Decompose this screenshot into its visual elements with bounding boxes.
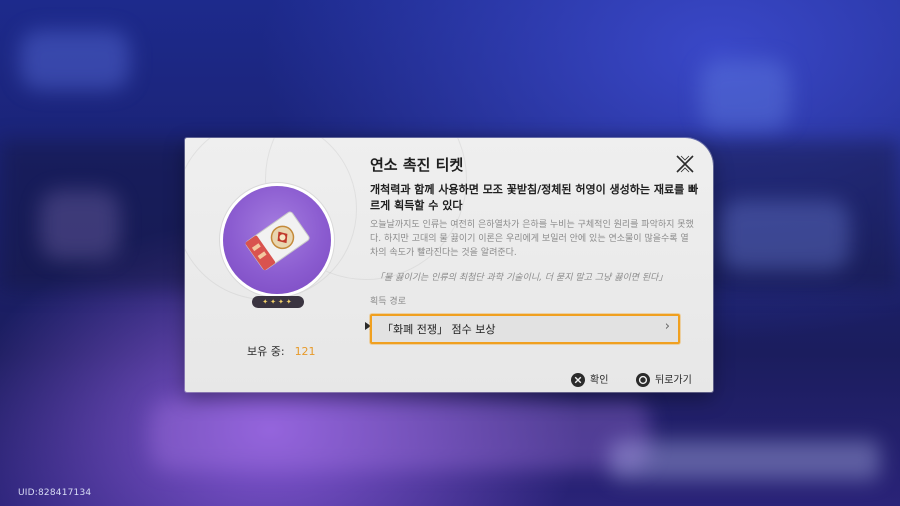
confirm-label: 확인 — [590, 375, 609, 386]
confirm-button[interactable]: 확인 — [571, 371, 608, 387]
background-blur — [610, 440, 880, 480]
owned-label: 보유 중: — [247, 345, 285, 358]
close-icon[interactable] — [675, 154, 695, 174]
item-lore: 오늘날까지도 인류는 여전히 은하열차가 은하를 누비는 구체적인 원리를 파악… — [370, 220, 694, 258]
owned-value: 121 — [294, 345, 316, 358]
circle-button-icon — [636, 373, 650, 387]
chevron-right-icon: › — [664, 319, 670, 334]
back-button[interactable]: 뒤로가기 — [636, 371, 692, 387]
item-detail-dialog: ✦✦✦✦ 보유 중: 121 연소 촉진 티켓 개척력과 함께 사용하면 모조 꽃… — [185, 138, 713, 392]
background-blur — [150, 400, 650, 470]
item-quote: 「물 끓이기는 인류의 최첨단 과학 기술이니, 더 묻지 말고 그냥 끓이면 … — [375, 273, 668, 283]
item-effect: 개척력과 함께 사용하면 모조 꽃받침/정체된 허영이 생성하는 재료를 빠르게… — [370, 183, 699, 212]
owned-count: 보유 중: 121 — [247, 343, 316, 359]
background-blur — [40, 190, 120, 260]
background-blur — [720, 200, 850, 270]
rarity-stars: ✦✦✦✦ — [252, 296, 304, 308]
acquisition-source-button[interactable]: 「화폐 전쟁」 점수 보상 › — [370, 314, 680, 344]
uid-label: UID:828417134 — [18, 488, 92, 498]
item-portrait — [223, 186, 331, 294]
cross-button-icon — [571, 373, 585, 387]
back-label: 뒤로가기 — [655, 375, 692, 386]
ticket-icon — [245, 211, 310, 271]
acquisition-label: 획득 경로 — [370, 297, 406, 307]
acquisition-source-label: 「화폐 전쟁」 점수 보상 — [382, 323, 496, 336]
item-title: 연소 촉진 티켓 — [370, 156, 464, 174]
background-blur — [20, 30, 130, 90]
background-blur — [700, 60, 790, 130]
